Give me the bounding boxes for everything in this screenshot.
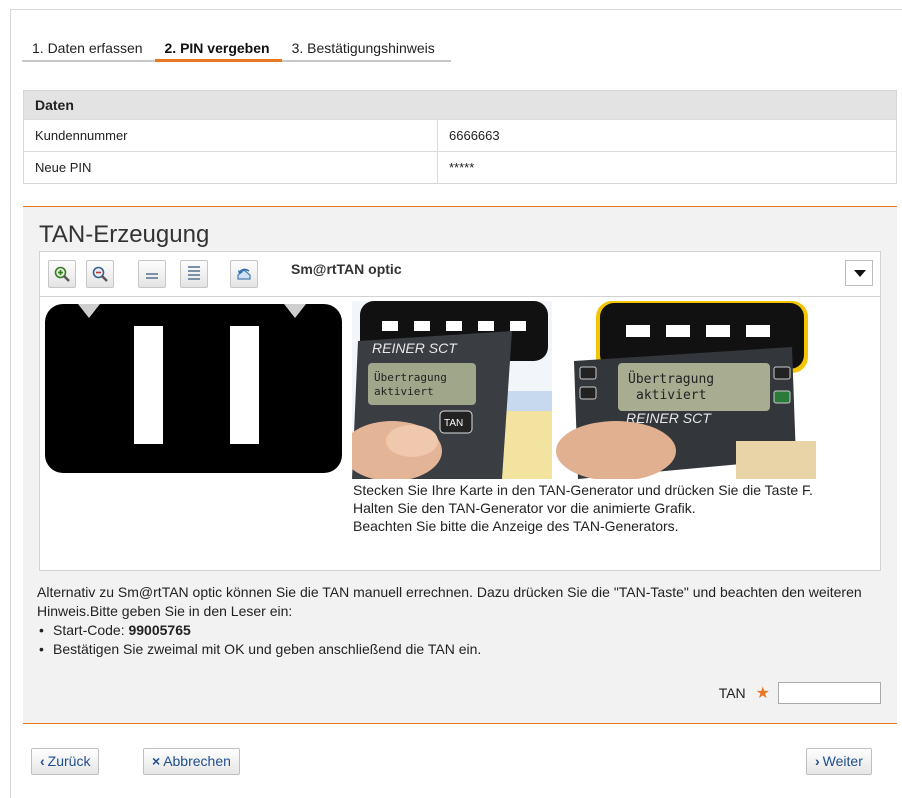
chevron-right-icon: ›	[815, 753, 820, 769]
flicker-toolbar: Sm@rtTAN optic	[39, 251, 881, 297]
customer-number-label: Kundennummer	[24, 120, 438, 151]
close-icon: ×	[152, 753, 161, 769]
tan-generator-photo-1: REINER SCT Übertragung aktiviert TAN	[352, 301, 552, 479]
manual-tan-hint: Alternativ zu Sm@rtTAN optic können Sie …	[37, 583, 887, 659]
flicker-bar-left	[134, 326, 163, 444]
data-table: Daten Kundennummer 6666663 Neue PIN ****…	[23, 90, 897, 184]
back-button[interactable]: ‹ Zurück	[31, 748, 100, 775]
svg-text:Übertragung: Übertragung	[628, 370, 714, 387]
faster-icon[interactable]	[180, 260, 208, 288]
tan-generator-photo-2: Übertragung aktiviert REINER SCT	[556, 301, 816, 479]
flicker-bar-right	[230, 326, 259, 444]
tan-field-label: TAN	[718, 685, 746, 701]
start-code-value: 99005765	[128, 622, 191, 638]
table-row: Kundennummer 6666663	[24, 119, 896, 151]
new-pin-label: Neue PIN	[24, 152, 438, 183]
tan-method-label: Sm@rtTAN optic	[291, 261, 402, 277]
table-row: Neue PIN *****	[24, 151, 896, 183]
svg-text:Übertragung: Übertragung	[374, 371, 447, 384]
tan-image-area: REINER SCT Übertragung aktiviert TAN Übe…	[39, 297, 881, 571]
reset-icon[interactable]	[230, 260, 258, 288]
svg-text:aktiviert: aktiviert	[636, 388, 706, 403]
step-3: 3. Bestätigungshinweis	[281, 38, 451, 62]
back-button-label: Zurück	[47, 753, 91, 769]
next-button[interactable]: › Weiter	[806, 748, 872, 775]
tan-instructions: Stecken Sie Ihre Karte in den TAN-Genera…	[353, 481, 853, 535]
tan-title: TAN-Erzeugung	[39, 221, 210, 248]
chevron-left-icon: ‹	[40, 753, 45, 769]
flicker-graphic	[45, 304, 342, 473]
brand-label-1: REINER SCT	[372, 340, 458, 356]
start-code-label: Start-Code:	[53, 622, 129, 638]
instruction-line: Beachten Sie bitte die Anzeige des TAN-G…	[353, 518, 679, 534]
flicker-marker-left	[78, 304, 100, 318]
cancel-button-label: Abbrechen	[163, 753, 231, 769]
list-item: Start-Code: 99005765	[37, 621, 887, 640]
zoom-out-icon[interactable]	[86, 260, 114, 288]
step-indicator: 1. Daten erfassen 2. PIN vergeben 3. Bes…	[22, 38, 451, 62]
flicker-marker-right	[284, 304, 306, 318]
list-item: Bestätigen Sie zweimal mit OK und geben …	[37, 640, 887, 659]
method-dropdown[interactable]	[845, 260, 873, 286]
next-button-label: Weiter	[822, 753, 863, 769]
customer-number-value: 6666663	[449, 128, 500, 143]
zoom-in-icon[interactable]	[48, 260, 76, 288]
tan-input[interactable]	[778, 682, 881, 704]
slower-icon[interactable]	[138, 260, 166, 288]
step-2-active: 2. PIN vergeben	[154, 38, 282, 62]
step-1: 1. Daten erfassen	[22, 38, 155, 62]
instruction-line: Halten Sie den TAN-Generator vor die ani…	[353, 500, 696, 516]
svg-text:TAN: TAN	[444, 418, 463, 429]
cancel-button[interactable]: × Abbrechen	[143, 748, 240, 775]
instruction-line: Stecken Sie Ihre Karte in den TAN-Genera…	[353, 482, 813, 498]
required-star-icon: ★	[755, 685, 770, 702]
new-pin-value: *****	[449, 160, 475, 175]
data-table-header: Daten	[24, 91, 896, 119]
tan-panel: TAN-Erzeugung Sm@rtTAN optic REINER SCT …	[23, 206, 897, 724]
manual-tan-text: Alternativ zu Sm@rtTAN optic können Sie …	[37, 584, 862, 619]
svg-text:aktiviert: aktiviert	[374, 385, 434, 398]
tan-field: TAN ★	[719, 682, 881, 704]
